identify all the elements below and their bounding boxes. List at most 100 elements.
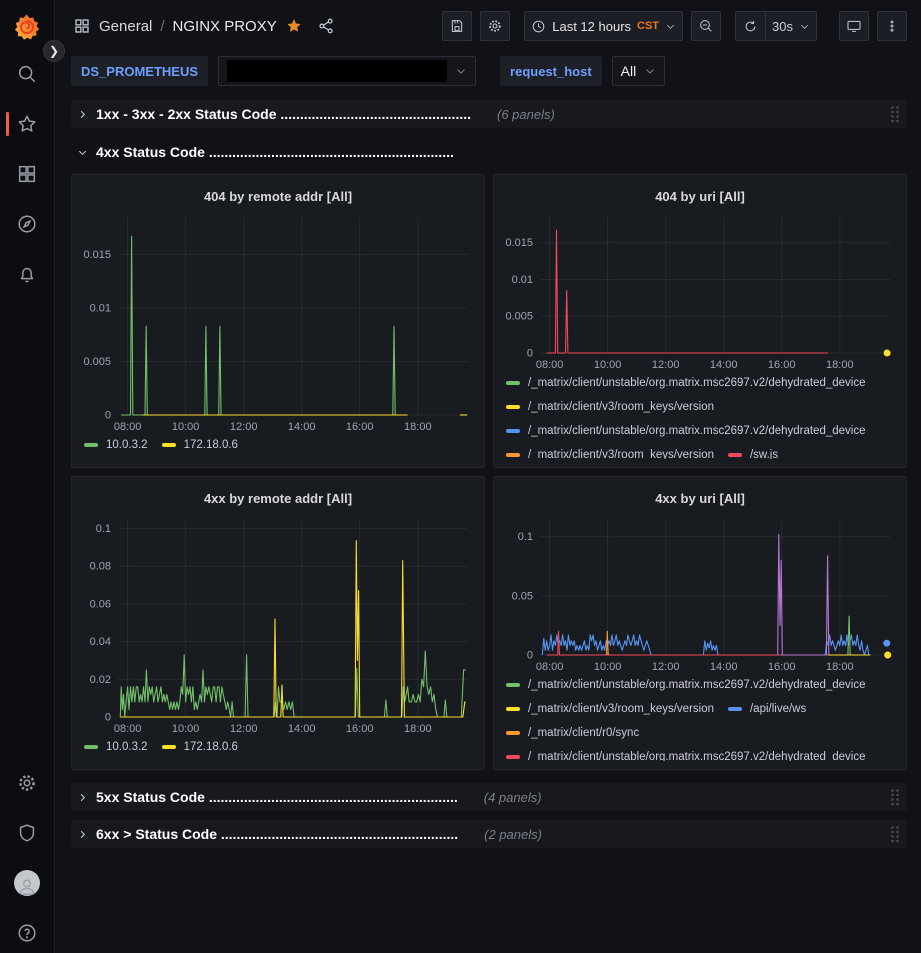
legend-item[interactable]: 10.0.3.2 bbox=[84, 435, 148, 454]
sidebar-item-starred[interactable] bbox=[0, 112, 54, 136]
variables-submenu: DS_PROMETHEUS request_host All bbox=[55, 52, 921, 90]
more-options-button[interactable] bbox=[877, 11, 907, 41]
row-header-1xx-3xx-2xx[interactable]: 1xx - 3xx - 2xx Status Code ............… bbox=[71, 100, 907, 128]
row-header-5xx[interactable]: 5xx Status Code ........................… bbox=[71, 783, 907, 811]
avatar bbox=[14, 870, 40, 896]
legend-item[interactable]: 10.0.3.2 bbox=[84, 737, 148, 756]
legend-item[interactable]: /sw.js bbox=[728, 445, 778, 459]
sidebar-item-server-admin[interactable] bbox=[0, 821, 54, 845]
cycle-view-mode-button[interactable] bbox=[839, 11, 869, 41]
refresh-icon bbox=[743, 19, 758, 34]
share-icon[interactable] bbox=[317, 17, 335, 35]
svg-text:10:00: 10:00 bbox=[594, 661, 622, 673]
refresh-button[interactable] bbox=[735, 11, 765, 41]
row-header-4xx[interactable]: 4xx Status Code ........................… bbox=[71, 138, 907, 166]
breadcrumb: General / NGINX PROXY bbox=[73, 17, 335, 35]
drag-handle-icon[interactable] bbox=[889, 788, 901, 806]
legend-item[interactable]: /_matrix/client/unstable/org.matrix.msc2… bbox=[506, 421, 866, 440]
legend-item[interactable]: /api/live/ws bbox=[728, 699, 806, 718]
panel-title[interactable]: 4xx by remote addr [All] bbox=[80, 485, 476, 511]
row-header-6xx[interactable]: 6xx > Status Code ......................… bbox=[71, 820, 907, 848]
save-dashboard-button[interactable] bbox=[442, 11, 472, 41]
legend-item[interactable]: /_matrix/client/r0/sync bbox=[506, 723, 639, 742]
panel-title[interactable]: 4xx by uri [All] bbox=[502, 485, 898, 511]
refresh-interval-dropdown[interactable]: 30s bbox=[765, 11, 817, 41]
sidebar-item-profile[interactable] bbox=[0, 871, 54, 895]
svg-text:12:00: 12:00 bbox=[230, 723, 258, 735]
monitor-icon bbox=[846, 18, 862, 34]
dashboard-title[interactable]: NGINX PROXY bbox=[173, 18, 277, 35]
timeseries-chart[interactable]: 00.020.040.060.080.108:0010:0012:0014:00… bbox=[80, 511, 476, 737]
variable-label-request-host[interactable]: request_host bbox=[500, 56, 602, 86]
svg-text:0: 0 bbox=[105, 712, 111, 724]
sidebar-item-help[interactable] bbox=[0, 921, 54, 945]
chevron-right-icon bbox=[77, 109, 88, 120]
legend-item[interactable]: /_matrix/client/v3/room_keys/version bbox=[506, 445, 714, 459]
svg-text:16:00: 16:00 bbox=[768, 661, 796, 673]
svg-text:0: 0 bbox=[527, 348, 533, 360]
legend-item[interactable]: /_matrix/client/v3/room_keys/version bbox=[506, 699, 714, 718]
svg-text:0.04: 0.04 bbox=[90, 636, 111, 648]
svg-text:16:00: 16:00 bbox=[346, 421, 374, 433]
legend-series-label: /_matrix/client/unstable/org.matrix.msc2… bbox=[528, 377, 866, 389]
sidebar-item-configuration[interactable] bbox=[0, 771, 54, 795]
panel-4xx-by-remote-addr: 4xx by remote addr [All] 00.020.040.060.… bbox=[71, 476, 485, 770]
svg-text:0.01: 0.01 bbox=[90, 303, 111, 315]
timeseries-chart[interactable]: 00.050.108:0010:0012:0014:0016:0018:00 bbox=[502, 511, 898, 675]
compass-icon bbox=[16, 213, 38, 235]
chevron-down-icon bbox=[644, 65, 656, 77]
svg-text:08:00: 08:00 bbox=[114, 723, 142, 735]
sidebar-expand-button[interactable]: ❯ bbox=[43, 40, 65, 62]
zoom-out-time-button[interactable] bbox=[691, 11, 721, 41]
svg-text:12:00: 12:00 bbox=[652, 359, 680, 371]
legend-item[interactable]: /_matrix/client/unstable/org.matrix.msc2… bbox=[506, 747, 866, 761]
legend-item[interactable]: /_matrix/client/v3/room_keys/version bbox=[506, 397, 714, 416]
legend-series-color bbox=[162, 745, 176, 749]
panel-title[interactable]: 404 by remote addr [All] bbox=[80, 183, 476, 209]
sidebar-item-explore[interactable] bbox=[0, 212, 54, 236]
panel-404-by-remote-addr: 404 by remote addr [All] 00.0050.010.015… bbox=[71, 174, 485, 468]
sidebar-item-alerting[interactable] bbox=[0, 262, 54, 286]
svg-text:18:00: 18:00 bbox=[826, 661, 854, 673]
favorite-star-icon[interactable] bbox=[285, 17, 303, 35]
grafana-logo-icon[interactable] bbox=[12, 12, 42, 42]
sidebar-item-search[interactable] bbox=[0, 62, 54, 86]
variable-value-request-host[interactable]: All bbox=[612, 56, 666, 86]
svg-text:0: 0 bbox=[105, 410, 111, 422]
sidebar-item-dashboards[interactable] bbox=[0, 162, 54, 186]
svg-text:0: 0 bbox=[527, 650, 533, 662]
svg-text:10:00: 10:00 bbox=[594, 359, 622, 371]
legend-series-label: /_matrix/client/r0/sync bbox=[528, 727, 639, 739]
dashboard-toolbar: Last 12 hours CST 30s bbox=[442, 11, 907, 41]
timeseries-chart[interactable]: 00.0050.010.01508:0010:0012:0014:0016:00… bbox=[502, 209, 898, 373]
svg-text:0.015: 0.015 bbox=[83, 249, 111, 261]
legend-item[interactable]: 172.18.0.6 bbox=[162, 737, 238, 756]
svg-text:14:00: 14:00 bbox=[288, 421, 316, 433]
svg-text:12:00: 12:00 bbox=[652, 661, 680, 673]
help-icon bbox=[16, 922, 38, 944]
row-title: 1xx - 3xx - 2xx Status Code ............… bbox=[96, 106, 471, 122]
legend-item[interactable]: 172.18.0.6 bbox=[162, 435, 238, 454]
redacted-value bbox=[227, 60, 447, 82]
panel-legend: /_matrix/client/unstable/org.matrix.msc2… bbox=[502, 373, 898, 459]
row-panel-count: (2 panels) bbox=[484, 827, 542, 842]
variable-value-ds-prometheus[interactable] bbox=[218, 56, 476, 86]
panel-grid: 404 by remote addr [All] 00.0050.010.015… bbox=[71, 174, 907, 770]
legend-series-label: 10.0.3.2 bbox=[106, 741, 148, 753]
variable-label-ds-prometheus[interactable]: DS_PROMETHEUS bbox=[71, 56, 208, 86]
legend-item[interactable]: /_matrix/client/unstable/org.matrix.msc2… bbox=[506, 675, 866, 694]
time-range-picker[interactable]: Last 12 hours CST bbox=[524, 11, 683, 41]
legend-series-label: 10.0.3.2 bbox=[106, 439, 148, 451]
dashboard-settings-button[interactable] bbox=[480, 11, 510, 41]
timeseries-chart[interactable]: 00.0050.010.01508:0010:0012:0014:0016:00… bbox=[80, 209, 476, 435]
legend-item[interactable]: /_matrix/client/unstable/org.matrix.msc2… bbox=[506, 373, 866, 392]
breadcrumb-folder[interactable]: General bbox=[99, 18, 152, 35]
legend-series-label: /_matrix/client/unstable/org.matrix.msc2… bbox=[528, 425, 866, 437]
apps-grid-icon[interactable] bbox=[73, 17, 91, 35]
svg-text:0.05: 0.05 bbox=[512, 590, 533, 602]
drag-handle-icon[interactable] bbox=[889, 825, 901, 843]
panel-title[interactable]: 404 by uri [All] bbox=[502, 183, 898, 209]
bell-icon bbox=[16, 263, 38, 285]
row-panel-count: (6 panels) bbox=[497, 107, 555, 122]
drag-handle-icon[interactable] bbox=[889, 105, 901, 123]
